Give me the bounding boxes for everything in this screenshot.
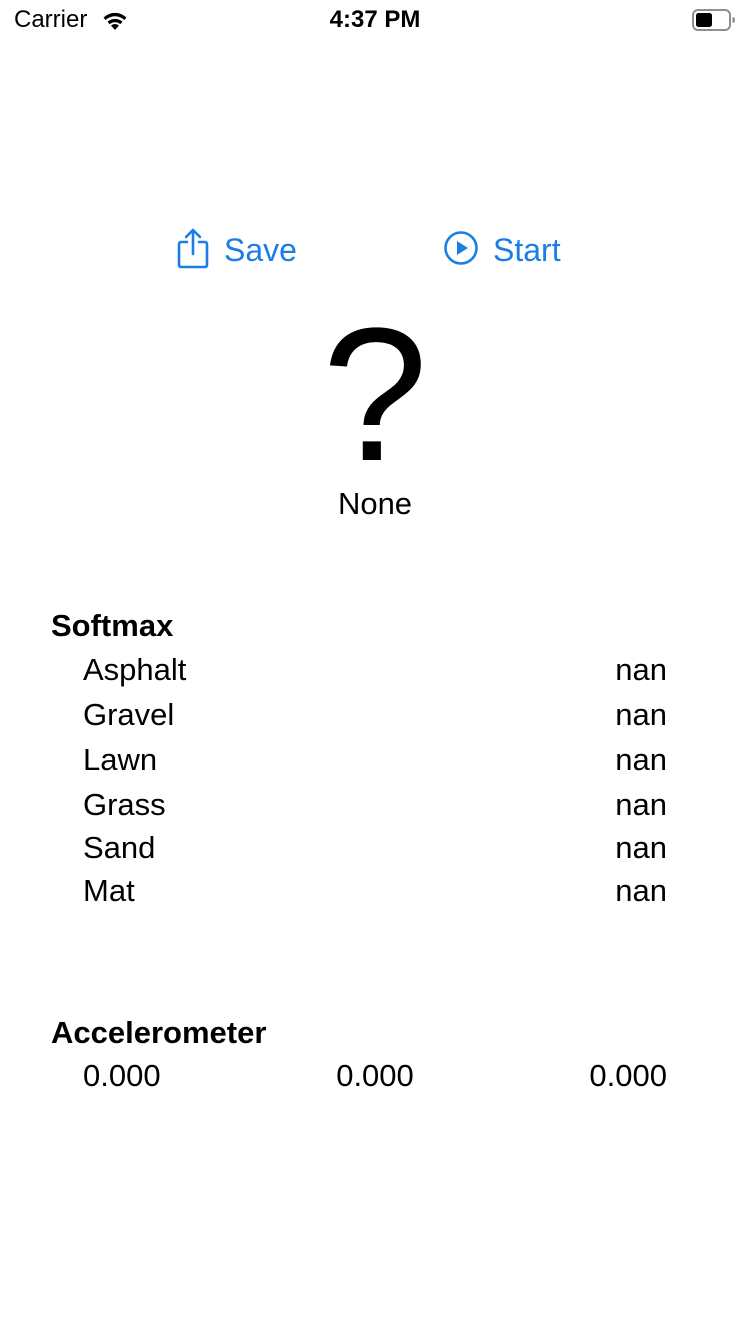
battery-icon <box>692 9 736 31</box>
softmax-row-label: Lawn <box>83 742 158 777</box>
softmax-heading: Softmax <box>51 608 174 643</box>
softmax-row: Mat nan <box>83 869 667 913</box>
accelerometer-heading: Accelerometer <box>51 1015 267 1050</box>
accelerometer-values: 0.000 0.000 0.000 <box>83 1054 667 1098</box>
share-icon <box>176 227 210 274</box>
softmax-row-value: nan <box>615 742 667 777</box>
save-button[interactable]: Save <box>176 225 297 275</box>
softmax-row: Lawn nan <box>83 738 667 782</box>
softmax-row-value: nan <box>615 652 667 687</box>
softmax-row: Sand nan <box>83 826 667 870</box>
softmax-row-label: Gravel <box>83 697 175 732</box>
clock: 4:37 PM <box>329 6 421 33</box>
softmax-row-label: Mat <box>83 873 135 908</box>
softmax-row-value: nan <box>615 787 667 822</box>
play-circle-icon <box>443 230 479 271</box>
softmax-row-label: Asphalt <box>83 652 187 687</box>
softmax-row: Grass nan <box>83 783 667 827</box>
softmax-row-value: nan <box>615 830 667 865</box>
save-label: Save <box>224 232 297 268</box>
prediction-symbol: ? <box>322 289 428 501</box>
softmax-row-label: Sand <box>83 830 156 865</box>
softmax-row-value: nan <box>615 873 667 908</box>
accelerometer-y-value: 0.000 <box>336 1058 414 1093</box>
accelerometer-z-value: 0.000 <box>589 1058 667 1093</box>
start-label: Start <box>493 232 561 268</box>
softmax-row: Asphalt nan <box>83 648 667 692</box>
softmax-row: Gravel nan <box>83 693 667 737</box>
status-bar: Carrier 4:37 PM <box>0 0 750 40</box>
softmax-row-value: nan <box>615 697 667 732</box>
prediction-label: None <box>337 486 413 521</box>
start-button[interactable]: Start <box>443 225 561 275</box>
softmax-row-label: Grass <box>83 787 166 822</box>
